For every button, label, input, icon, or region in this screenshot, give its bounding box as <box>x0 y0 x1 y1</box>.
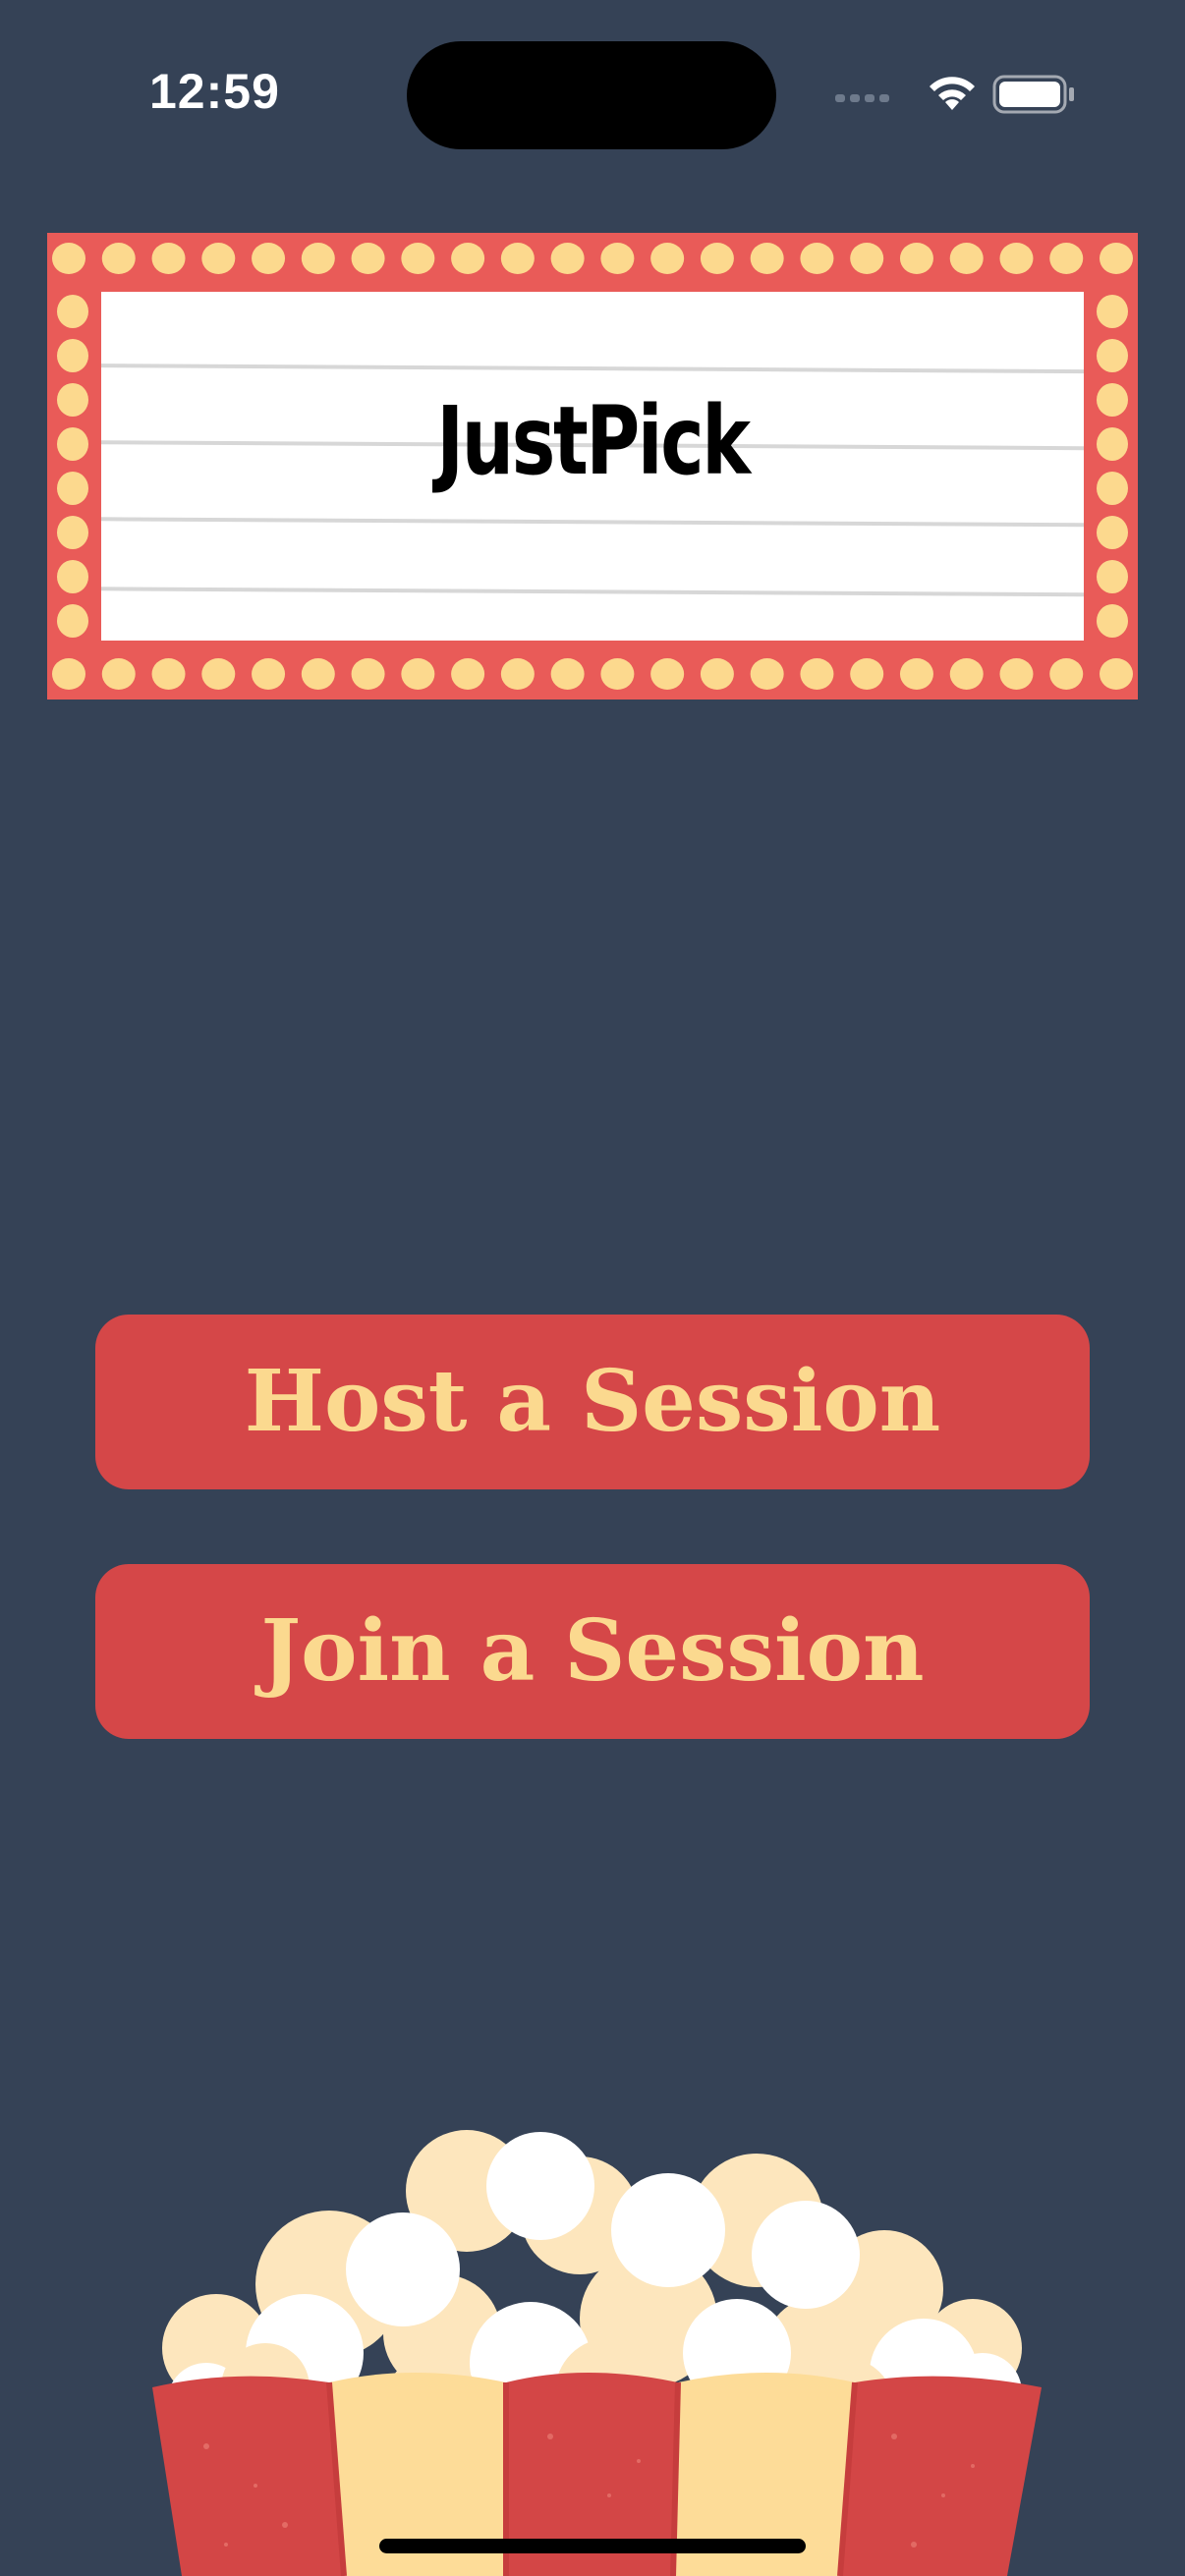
marquee-bulb <box>850 658 884 690</box>
marquee-bulb <box>1097 383 1128 417</box>
marquee-bulb <box>949 658 984 690</box>
marquee-bulb <box>949 243 984 274</box>
join-session-button[interactable]: Join a Session <box>95 1564 1090 1739</box>
marquee-bulb <box>57 295 88 328</box>
marquee-bulb <box>1097 295 1128 328</box>
app-title: JustPick <box>436 386 751 496</box>
marquee-bulb <box>899 658 933 690</box>
marquee-bulb <box>600 243 635 274</box>
marquee-bulb <box>1097 604 1128 638</box>
wifi-icon <box>930 77 975 110</box>
status-bar: 12:59 <box>0 0 1185 149</box>
home-indicator <box>379 2539 806 2553</box>
status-time: 12:59 <box>149 64 280 119</box>
marquee-bulb <box>1097 339 1128 372</box>
marquee-bulb <box>650 243 685 274</box>
marquee-bulb <box>451 243 485 274</box>
marquee-bulb <box>57 383 88 417</box>
marquee-bulb <box>57 472 88 505</box>
marquee-bulb <box>101 243 136 274</box>
marquee-bulb <box>57 604 88 638</box>
marquee-bulb <box>401 658 435 690</box>
marquee-bulb <box>351 658 385 690</box>
marquee-bulb <box>899 243 933 274</box>
marquee-bulb <box>750 243 784 274</box>
marquee-bulb <box>1100 658 1133 690</box>
marquee-bulb <box>451 658 485 690</box>
host-session-button[interactable]: Host a Session <box>95 1315 1090 1489</box>
marquee-bulb <box>550 243 585 274</box>
marquee-bulb <box>201 658 236 690</box>
marquee-bulb <box>1049 658 1084 690</box>
marquee-bulb <box>550 658 585 690</box>
marquee-bulb <box>252 658 286 690</box>
marquee-bulb <box>57 560 88 593</box>
marquee-bulb <box>800 658 834 690</box>
marquee-bulb <box>600 658 635 690</box>
marquee-bulb <box>999 658 1034 690</box>
marquee-bulb <box>700 243 734 274</box>
marquee-bulb <box>252 243 286 274</box>
status-icons <box>835 71 1081 120</box>
marquee-bulb <box>1100 243 1133 274</box>
marquee-bulb <box>351 243 385 274</box>
marquee-bulb <box>800 243 834 274</box>
marquee-bulb <box>1097 560 1128 593</box>
marquee-bulb <box>52 243 85 274</box>
marquee-bulb <box>650 658 685 690</box>
marquee-bulb <box>201 243 236 274</box>
marquee-sign: JustPick <box>47 233 1138 700</box>
marquee-bulb <box>301 243 335 274</box>
marquee-bulb <box>57 339 88 372</box>
marquee-bulb <box>57 516 88 549</box>
marquee-bulb <box>1097 427 1128 461</box>
marquee-bulb <box>101 658 136 690</box>
marquee-bulb <box>301 658 335 690</box>
marquee-bulb <box>500 658 535 690</box>
battery-icon <box>992 75 1074 114</box>
marquee-bulb <box>52 658 85 690</box>
marquee-bulb <box>151 243 186 274</box>
marquee-bulb <box>750 658 784 690</box>
marquee-bulb <box>1097 472 1128 505</box>
marquee-bulb <box>1097 516 1128 549</box>
marquee-bulb <box>151 658 186 690</box>
marquee-bulb <box>500 243 535 274</box>
dynamic-island <box>407 41 776 149</box>
popcorn-illustration <box>118 2122 1091 2576</box>
marquee-bulb <box>57 427 88 461</box>
marquee-bulb <box>850 243 884 274</box>
marquee-bulb <box>700 658 734 690</box>
popcorn-bucket-icon <box>152 2130 1042 2576</box>
marquee-bulb <box>1049 243 1084 274</box>
marquee-bulb <box>999 243 1034 274</box>
cellular-signal-icon <box>835 94 889 102</box>
marquee-bulb <box>401 243 435 274</box>
